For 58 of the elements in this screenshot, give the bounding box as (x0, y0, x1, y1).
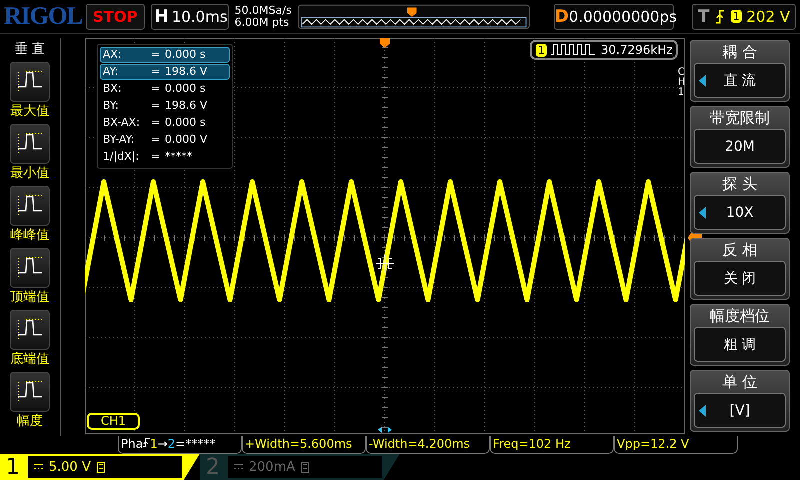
cursor-label: AY: (103, 65, 120, 79)
vertical-scale: 5.00 V (49, 460, 91, 474)
equals-sign: = (151, 65, 162, 79)
menu-option-button[interactable]: 探 头 10X (690, 172, 790, 234)
equals-sign: = (151, 133, 162, 147)
cursor-label: BY: (103, 99, 120, 113)
cursor-value: 0.000 V (165, 133, 209, 147)
measure-label: 最大值 (10, 103, 50, 121)
measure-label: 幅度 (17, 413, 43, 431)
measurement-readout: Freq=102 Hz (490, 436, 614, 454)
equals-sign: = (151, 150, 162, 164)
cursor-label: BX: (103, 82, 123, 96)
menu-option-button[interactable]: 单 位 [V] (690, 370, 790, 432)
equals-sign: = (151, 82, 162, 96)
timebase-display[interactable]: H 10.0ms (150, 4, 229, 30)
cursor-label: AX: (103, 48, 123, 62)
cursor-value: 0.000 s (165, 48, 207, 62)
memory-depth: 6.00M pts (234, 16, 290, 28)
measure-label: 最小值 (10, 165, 50, 183)
delay-display[interactable]: D0.00000000ps (554, 4, 674, 30)
cursor-value: ***** (165, 150, 194, 164)
cursor-row[interactable]: BX: = 0.000 s (100, 81, 230, 97)
channel-indicator[interactable]: 2 200mA (200, 454, 400, 480)
cursor-label: BX-AX: (103, 116, 142, 130)
channel-badge: 1 (536, 44, 547, 56)
menu-option-button[interactable]: 反 相 关 闭 (690, 238, 790, 300)
run-stop-indicator[interactable]: STOP (86, 4, 145, 30)
menu-option-button[interactable]: 幅度档位 粗 调 (690, 304, 790, 366)
equals-sign: = (151, 116, 162, 130)
equals-sign: = (151, 48, 162, 62)
menu-option-button[interactable]: 耦 合 直 流 (690, 40, 790, 102)
cursor-value: 198.6 V (165, 65, 209, 79)
vertical-scale: 200mA (249, 460, 296, 474)
cursor-row[interactable]: BY: = 198.6 V (100, 98, 230, 114)
menu-option-button[interactable]: 带宽限制 20M (690, 106, 790, 168)
cursor-label: BY-AY: (103, 133, 136, 147)
cursor-label: 1/|dX|: (103, 150, 140, 164)
cursor-row[interactable]: BX-AX: = 0.000 s (100, 115, 230, 131)
equals-sign: = (151, 99, 162, 113)
channel-label-text: CH1 (678, 68, 687, 98)
measure-label: 顶端值 (10, 289, 50, 307)
cursor-row[interactable]: 1/|dX|: = ***** (100, 149, 230, 165)
measure-label: 峰峰值 (10, 227, 50, 245)
cursor-value: 0.000 s (165, 116, 207, 130)
trigger-display[interactable]: T 1 202 V (692, 4, 796, 30)
sample-rate: 50.0MSa/s (234, 4, 292, 16)
measure-label: 底端值 (10, 351, 50, 369)
channel-label: CH1 (87, 413, 140, 430)
menu-title: 垂 直 (14, 41, 46, 58)
cursor-value: 198.6 V (165, 99, 209, 113)
logo: RIGOL (4, 2, 80, 30)
cursor-row[interactable]: AY: = 198.6 V (100, 64, 230, 80)
cursor-row[interactable]: BY-AY: = 0.000 V (100, 132, 230, 148)
cursor-row[interactable]: AX: = 0.000 s (100, 47, 230, 63)
cursor-value: 0.000 s (165, 82, 207, 96)
channel-indicator[interactable]: 1 5.00 V (0, 454, 200, 480)
frequency-counter: 1 30.7296kHz (530, 40, 678, 60)
measurement-readout: Vpp=12.2 V (614, 436, 738, 454)
